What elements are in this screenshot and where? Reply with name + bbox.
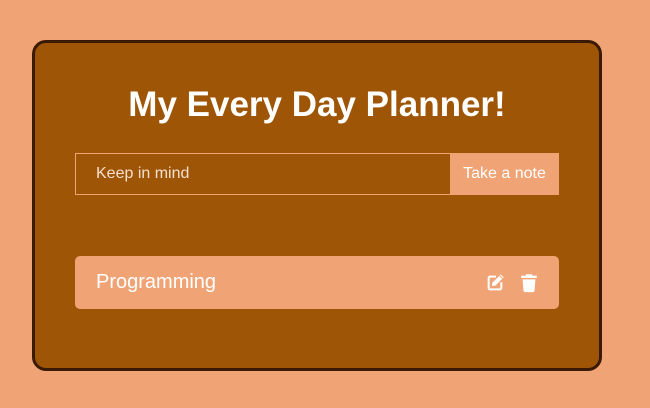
trash-icon[interactable] <box>518 272 540 294</box>
todo-item-text: Programming <box>96 271 217 293</box>
edit-icon[interactable] <box>484 272 506 294</box>
page-title: My Every Day Planner! <box>128 85 506 124</box>
take-note-button[interactable]: Take a note <box>450 153 559 195</box>
todo-input[interactable] <box>75 153 450 195</box>
todo-item: Programming <box>75 256 559 309</box>
todo-form: Take a note <box>75 153 559 195</box>
todo-item-actions <box>484 272 540 294</box>
planner-panel: My Every Day Planner! Take a note Progra… <box>32 40 602 371</box>
